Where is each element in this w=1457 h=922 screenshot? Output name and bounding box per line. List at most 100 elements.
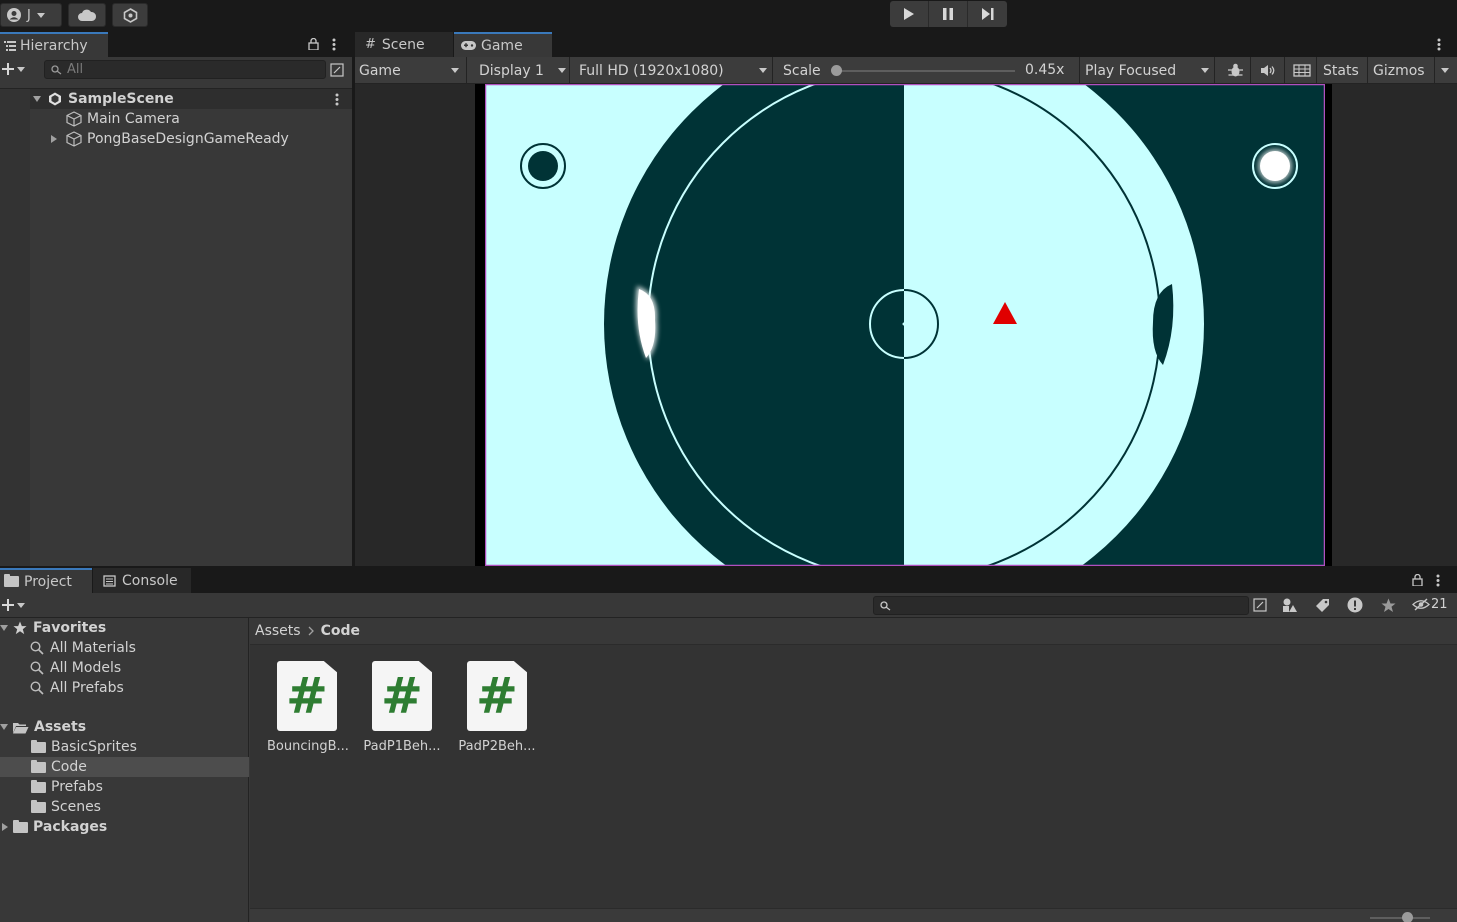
- chevron-down-icon: [759, 68, 767, 73]
- tab-hierarchy[interactable]: Hierarchy: [0, 32, 108, 57]
- search-icon: [30, 641, 44, 655]
- search-options-icon[interactable]: [1253, 598, 1267, 612]
- scale-slider-thumb[interactable]: [831, 65, 842, 76]
- step-button[interactable]: [968, 1, 1007, 27]
- play-mode-label: Play Focused: [1085, 62, 1177, 79]
- hidden-count: 21: [1431, 597, 1448, 612]
- lock-icon[interactable]: [308, 38, 319, 50]
- favorite-item-all-models[interactable]: All Models: [0, 658, 249, 678]
- packages-row[interactable]: Packages: [0, 817, 249, 837]
- pause-button[interactable]: [929, 1, 968, 27]
- folder-code[interactable]: Code: [0, 757, 249, 777]
- asset-file-padp2[interactable]: # PadP2Beh...: [457, 661, 537, 754]
- filter-by-type-icon[interactable]: [1282, 598, 1298, 613]
- create-dropdown[interactable]: [2, 63, 25, 75]
- account-dropdown[interactable]: J: [0, 3, 62, 27]
- favorite-item-all-prefabs[interactable]: All Prefabs: [0, 678, 249, 698]
- scene-name: SampleScene: [68, 91, 174, 107]
- hierarchy-item-main-camera[interactable]: Main Camera: [66, 109, 180, 129]
- folder-label: Prefabs: [51, 779, 103, 795]
- play-mode-dropdown[interactable]: Play Focused: [1081, 57, 1215, 84]
- warning-filter-icon[interactable]: [1347, 597, 1363, 613]
- folder-prefabs[interactable]: Prefabs: [0, 777, 249, 797]
- assets-row[interactable]: Assets: [0, 717, 249, 737]
- hierarchy-item-label: Main Camera: [87, 111, 180, 127]
- resolution-dropdown[interactable]: Full HD (1920x1080): [575, 57, 773, 84]
- project-tabbar: Project Console: [0, 568, 1457, 593]
- keyboard-shortcuts-toggle[interactable]: [1287, 57, 1317, 84]
- stats-button[interactable]: Stats: [1319, 57, 1368, 84]
- step-icon: [981, 8, 993, 20]
- services-button[interactable]: [112, 3, 148, 27]
- more-icon[interactable]: [332, 38, 336, 51]
- breadcrumb-code[interactable]: Code: [321, 623, 360, 639]
- folder-basicsprites[interactable]: BasicSprites: [0, 737, 249, 757]
- tab-console[interactable]: Console: [93, 568, 191, 593]
- chevron-down-icon: [36, 12, 45, 18]
- hidden-packages-toggle[interactable]: 21: [1412, 597, 1448, 612]
- folder-label: BasicSprites: [51, 739, 137, 755]
- favorite-label: All Models: [50, 660, 122, 676]
- scene-row[interactable]: SampleScene: [32, 89, 352, 109]
- icon-size-slider-track[interactable]: [1370, 917, 1430, 919]
- game-viewport[interactable]: [355, 84, 1457, 566]
- search-icon: [51, 65, 62, 75]
- favorite-item-all-materials[interactable]: All Materials: [0, 638, 249, 658]
- project-search-input[interactable]: [873, 596, 1249, 615]
- mute-audio-toggle[interactable]: [1253, 57, 1285, 84]
- play-button[interactable]: [890, 1, 929, 27]
- gizmos-button[interactable]: Gizmos: [1369, 57, 1435, 84]
- more-icon[interactable]: [335, 93, 339, 106]
- scale-slider-track[interactable]: [835, 70, 1015, 72]
- services-icon: [123, 7, 137, 23]
- folder-scenes[interactable]: Scenes: [0, 797, 249, 817]
- game-panel: # Scene Game Game Display 1 Full HD (192…: [355, 32, 1457, 566]
- project-footer: [250, 908, 1457, 922]
- unity-scene-icon: [49, 92, 61, 106]
- search-options-icon[interactable]: [330, 63, 344, 77]
- hierarchy-tree: SampleScene Main Camera PongBaseDesignGa…: [0, 89, 352, 566]
- chevron-right-icon: [308, 626, 314, 636]
- tab-project[interactable]: Project: [0, 568, 92, 593]
- plus-icon: [2, 599, 14, 611]
- gameobject-cube-icon: [66, 111, 82, 127]
- create-asset-dropdown[interactable]: [2, 599, 25, 611]
- asset-file-padp1[interactable]: # PadP1Beh...: [362, 661, 442, 754]
- keyboard-icon: [1293, 64, 1311, 77]
- mode-dropdown[interactable]: Game: [355, 57, 467, 84]
- breadcrumb-assets[interactable]: Assets: [255, 623, 301, 639]
- breadcrumb: Assets Code: [250, 618, 1457, 645]
- tab-game[interactable]: Game: [454, 32, 552, 57]
- cloud-icon: [78, 9, 97, 21]
- more-icon[interactable]: [1436, 574, 1440, 587]
- tab-hierarchy-label: Hierarchy: [20, 37, 88, 54]
- search-icon: [880, 601, 891, 611]
- hierarchy-item-pongbase[interactable]: PongBaseDesignGameReady: [50, 129, 289, 149]
- scale-value: 0.45x: [1025, 62, 1065, 78]
- tab-scene[interactable]: # Scene: [355, 32, 453, 57]
- cloud-button[interactable]: [68, 3, 106, 27]
- favorite-star-icon[interactable]: [1381, 598, 1396, 613]
- icon-size-slider-thumb[interactable]: [1402, 912, 1413, 922]
- lock-icon[interactable]: [1412, 574, 1423, 586]
- hierarchy-search-input[interactable]: All: [44, 60, 326, 79]
- chevron-down-icon: [451, 68, 459, 73]
- favorite-label: All Prefabs: [50, 680, 124, 696]
- gizmos-dropdown[interactable]: [1435, 57, 1457, 84]
- favorites-row[interactable]: Favorites: [0, 618, 249, 638]
- search-placeholder: All: [67, 62, 84, 77]
- expand-arrow-icon: [33, 96, 41, 102]
- folder-icon: [31, 779, 46, 793]
- tab-scene-label: Scene: [381, 36, 425, 53]
- label-tag-icon[interactable]: [1315, 598, 1330, 613]
- asset-file-bouncingball[interactable]: # BouncingB...: [267, 661, 349, 754]
- game-tabbar: # Scene Game: [355, 32, 1457, 57]
- more-icon[interactable]: [1437, 38, 1441, 51]
- folder-open-icon: [13, 722, 29, 733]
- asset-file-name: PadP1Beh...: [363, 739, 441, 754]
- project-folder-tree: Favorites All Materials All Models All P…: [0, 618, 249, 922]
- hierarchy-item-label: PongBaseDesignGameReady: [87, 131, 289, 147]
- display-dropdown[interactable]: Display 1: [475, 57, 570, 84]
- expand-arrow-icon: [2, 823, 8, 831]
- debug-toggle[interactable]: [1221, 57, 1251, 84]
